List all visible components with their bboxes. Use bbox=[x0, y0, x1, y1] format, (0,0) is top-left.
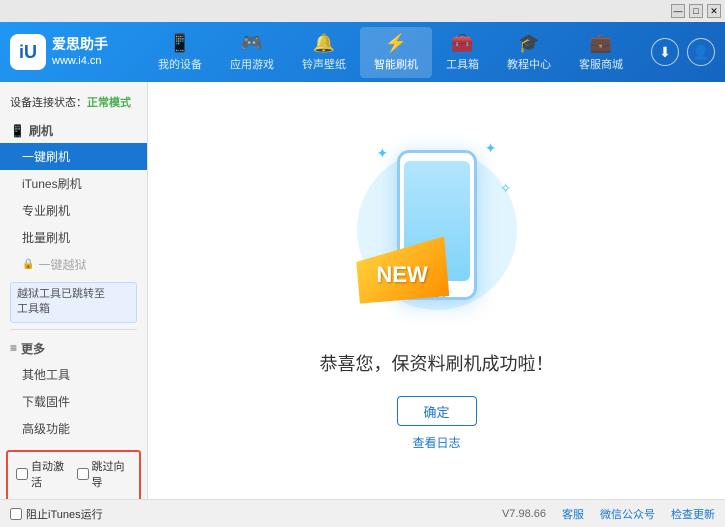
star-icon-1: ✦ bbox=[377, 145, 389, 162]
sidebar-bottom: 自动激活 跳过向导 📱 iPhone 15 Pro Max 512GB iPho… bbox=[6, 450, 141, 499]
tab-my-devices[interactable]: 📱 我的设备 bbox=[144, 27, 216, 78]
check-update-link[interactable]: 检查更新 bbox=[671, 506, 715, 522]
tab-toolbox-label: 工具箱 bbox=[446, 56, 479, 72]
jailbreak-note-line1: 越狱工具已跳转至 bbox=[17, 288, 105, 300]
sidebar: 设备连接状态：正常模式 📱 刷机 一键刷机 iTunes刷机 专业刷机 批量刷机… bbox=[0, 82, 148, 499]
tab-smart-flash[interactable]: ⚡ 智能刷机 bbox=[360, 27, 432, 78]
star-icon-2: ✦ bbox=[485, 140, 497, 157]
block-itunes-label: 阻止iTunes运行 bbox=[26, 506, 103, 522]
logo-text: 爱思助手 www.i4.cn bbox=[52, 35, 108, 70]
sidebar-item-itunes-flash[interactable]: iTunes刷机 bbox=[0, 170, 147, 197]
sidebar-item-one-click-flash[interactable]: 一键刷机 bbox=[0, 143, 147, 170]
user-button[interactable]: 👤 bbox=[687, 38, 715, 66]
sidebar-item-pro-flash[interactable]: 专业刷机 bbox=[0, 197, 147, 224]
lock-icon: 🔒 bbox=[22, 259, 34, 270]
toolbox-icon: 🧰 bbox=[451, 33, 473, 54]
titlebar: — □ ✕ bbox=[0, 0, 725, 22]
sidebar-item-advanced[interactable]: 高级功能 bbox=[0, 415, 147, 442]
close-button[interactable]: ✕ bbox=[707, 4, 721, 18]
device-name: iPhone 15 Pro Max bbox=[44, 498, 131, 499]
success-message: 恭喜您，保资料刷机成功啦！ bbox=[320, 350, 554, 376]
tab-apps-games[interactable]: 🎮 应用游戏 bbox=[216, 27, 288, 78]
download-button[interactable]: ⬇ bbox=[651, 38, 679, 66]
sidebar-item-jailbreak: 🔒 一键越狱 bbox=[0, 251, 147, 278]
skip-guide-checkbox[interactable]: 跳过向导 bbox=[77, 458, 132, 490]
footer-info: V7.98.66 客服 微信公众号 检查更新 bbox=[502, 506, 715, 522]
section-flash-label: 刷机 bbox=[29, 122, 53, 139]
maximize-button[interactable]: □ bbox=[689, 4, 703, 18]
logo-area: iU 爱思助手 www.i4.cn bbox=[10, 34, 130, 70]
header-right: ⬇ 👤 bbox=[651, 38, 715, 66]
tab-toolbox[interactable]: 🧰 工具箱 bbox=[432, 27, 493, 78]
status-label: 设备连接状态： bbox=[10, 97, 87, 109]
tab-service-label: 客服商城 bbox=[579, 56, 623, 72]
skip-guide-input[interactable] bbox=[77, 468, 89, 480]
website: www.i4.cn bbox=[52, 54, 108, 69]
sidebar-device-area: 自动激活 跳过向导 📱 iPhone 15 Pro Max 512GB iPho… bbox=[0, 450, 147, 499]
more-section-icon: ≡ bbox=[10, 341, 17, 355]
logo-icon: iU bbox=[10, 34, 46, 70]
tab-ringtones[interactable]: 🔔 铃声壁纸 bbox=[288, 27, 360, 78]
content-area: NEW ✦ ✦ ✧ 恭喜您，保资料刷机成功啦！ 确定 查看日志 bbox=[148, 82, 725, 499]
footer: 阻止iTunes运行 V7.98.66 客服 微信公众号 检查更新 bbox=[0, 499, 725, 527]
minimize-button[interactable]: — bbox=[671, 4, 685, 18]
flash-icon: ⚡ bbox=[385, 33, 407, 54]
version-label: V7.98.66 bbox=[502, 508, 546, 520]
ringtone-icon: 🔔 bbox=[313, 33, 335, 54]
sidebar-status: 设备连接状态：正常模式 bbox=[0, 90, 147, 118]
jailbreak-note-line2: 工具箱 bbox=[17, 303, 50, 315]
sidebar-item-batch-flash[interactable]: 批量刷机 bbox=[0, 224, 147, 251]
jailbreak-label: 一键越狱 bbox=[38, 256, 86, 273]
footer-left: 阻止iTunes运行 bbox=[10, 506, 103, 522]
section-more: ≡ 更多 bbox=[0, 336, 147, 361]
jailbreak-note: 越狱工具已跳转至 工具箱 bbox=[10, 282, 137, 323]
sidebar-divider bbox=[10, 329, 137, 330]
skip-guide-label: 跳过向导 bbox=[92, 458, 132, 490]
sidebar-item-download-firmware[interactable]: 下载固件 bbox=[0, 388, 147, 415]
tab-flash-label: 智能刷机 bbox=[374, 56, 418, 72]
tab-tutorials-label: 教程中心 bbox=[507, 56, 551, 72]
view-log-link[interactable]: 查看日志 bbox=[412, 434, 460, 451]
flash-section-icon: 📱 bbox=[10, 124, 25, 138]
block-itunes-checkbox[interactable] bbox=[10, 508, 22, 520]
checkbox-row: 自动激活 跳过向导 bbox=[16, 458, 131, 490]
apps-icon: 🎮 bbox=[241, 33, 263, 54]
header: iU 爱思助手 www.i4.cn 📱 我的设备 🎮 应用游戏 🔔 铃声壁纸 ⚡… bbox=[0, 22, 725, 82]
nav-tabs: 📱 我的设备 🎮 应用游戏 🔔 铃声壁纸 ⚡ 智能刷机 🧰 工具箱 🎓 教程中心… bbox=[130, 27, 651, 78]
device-info: 📱 iPhone 15 Pro Max 512GB iPhone bbox=[16, 494, 131, 499]
customer-service-link[interactable]: 客服 bbox=[562, 506, 584, 522]
confirm-button[interactable]: 确定 bbox=[397, 396, 477, 426]
brand-name: 爱思助手 bbox=[52, 35, 108, 55]
section-more-label: 更多 bbox=[21, 340, 45, 357]
star-icon-3: ✧ bbox=[500, 180, 512, 197]
auto-activate-checkbox[interactable]: 自动激活 bbox=[16, 458, 71, 490]
main-layout: 设备连接状态：正常模式 📱 刷机 一键刷机 iTunes刷机 专业刷机 批量刷机… bbox=[0, 82, 725, 499]
tab-tutorials[interactable]: 🎓 教程中心 bbox=[493, 27, 565, 78]
auto-activate-label: 自动激活 bbox=[31, 458, 71, 490]
devices-icon: 📱 bbox=[169, 33, 191, 54]
device-details: iPhone 15 Pro Max 512GB iPhone bbox=[44, 498, 131, 499]
tab-devices-label: 我的设备 bbox=[158, 56, 202, 72]
new-badge-text: NEW bbox=[376, 262, 427, 288]
status-value: 正常模式 bbox=[87, 97, 131, 109]
auto-activate-input[interactable] bbox=[16, 468, 28, 480]
tab-service[interactable]: 💼 客服商城 bbox=[565, 27, 637, 78]
tab-ringtone-label: 铃声壁纸 bbox=[302, 56, 346, 72]
tab-apps-label: 应用游戏 bbox=[230, 56, 274, 72]
section-flash: 📱 刷机 bbox=[0, 118, 147, 143]
sidebar-item-other-tools[interactable]: 其他工具 bbox=[0, 361, 147, 388]
wechat-link[interactable]: 微信公众号 bbox=[600, 506, 655, 522]
service-icon: 💼 bbox=[590, 33, 612, 54]
success-illustration: NEW ✦ ✦ ✧ bbox=[347, 130, 527, 330]
tutorials-icon: 🎓 bbox=[518, 33, 540, 54]
